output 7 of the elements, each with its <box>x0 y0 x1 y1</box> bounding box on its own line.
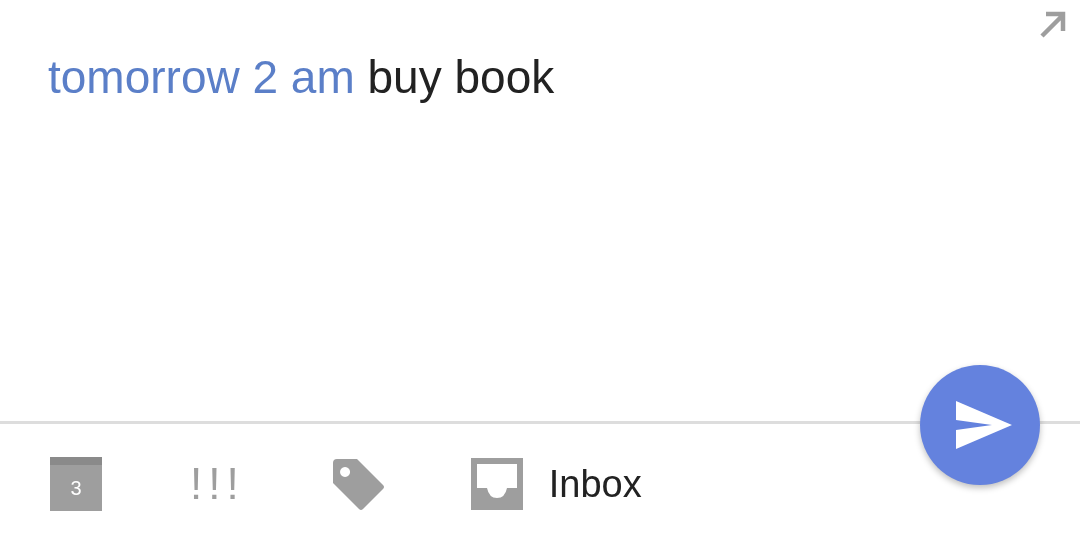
folder-label[interactable]: Inbox <box>548 462 642 506</box>
calendar-day: 3 <box>70 476 82 500</box>
reminder-text[interactable]: tomorrow 2 am buy book <box>48 50 555 104</box>
inbox-icon[interactable] <box>470 458 523 510</box>
send-icon <box>956 401 1012 449</box>
send-button[interactable] <box>920 365 1040 485</box>
tag-icon[interactable] <box>330 457 385 511</box>
